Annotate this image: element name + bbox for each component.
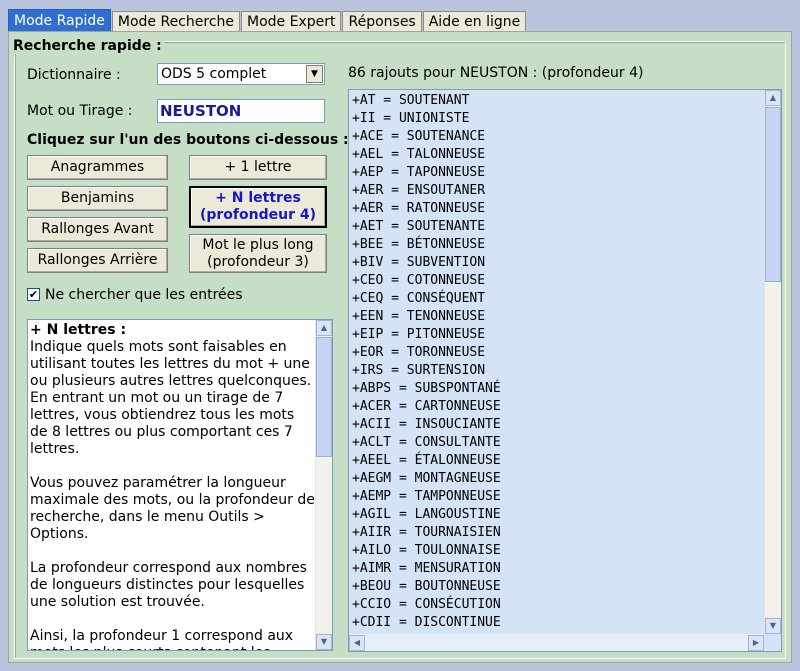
results-hscrollbar[interactable]: ◀ ▶ [349,634,764,651]
plus-one-letter-button[interactable]: + 1 lettre [189,155,327,180]
result-line: +BEOU = BOUTONNEUSE [352,579,501,594]
result-line: +AEL = TALONNEUSE [352,147,486,162]
help-paragraph: Ainsi, la profondeur 1 correspond aux mo… [30,628,294,650]
results-scrollbar[interactable]: ▲ ▼ [764,90,781,634]
result-line: +AEEL = ÉTALONNEUSE [352,453,501,468]
tab-bar: Mode Rapide Mode Recherche Mode Expert R… [8,9,527,33]
results-header: 86 rajouts pour NEUSTON : (profondeur 4) [348,65,644,81]
result-line: +BEE = BÉTONNEUSE [352,237,486,252]
result-line: +IRS = SURTENSION [352,363,486,378]
instruction-text: Cliquez sur l'un des boutons ci-dessous … [27,132,349,148]
result-line: +AER = RATONNEUSE [352,201,486,216]
tab-reponses[interactable]: Réponses [342,11,422,32]
group-title: Recherche rapide : [11,38,164,54]
result-line: +AT = SOUTENANT [352,93,470,108]
entries-only-checkbox[interactable]: ✔ [27,288,40,301]
tab-mode-expert[interactable]: Mode Expert [241,11,342,32]
help-paragraph: Indique quels mots sont faisables en uti… [30,339,312,389]
dictionary-select[interactable]: ODS 5 complet ▼ [157,63,325,85]
result-line: +ACLT = CONSULTANTE [352,435,501,450]
result-line: +AEP = TAPONNEUSE [352,165,486,180]
result-line: +CCIO = CONSÉCUTION [352,597,501,612]
rallonges-arriere-button[interactable]: Rallonges Arrière [27,248,168,273]
tab-aide-en-ligne[interactable]: Aide en ligne [422,11,527,32]
help-textbox[interactable]: + N lettres : Indique quels mots sont fa… [27,319,333,651]
result-line: +AET = SOUTENANTE [352,219,486,234]
result-line: +AILO = TOULONNAISE [352,543,501,558]
help-blank [30,458,316,475]
result-line: +ACII = INSOUCIANTE [352,417,501,432]
scroll-down-icon[interactable]: ▼ [765,618,781,634]
help-blank [30,611,316,628]
result-line: +CDII = DISCONTINUE [352,615,501,630]
result-line: +EEN = TENONNEUSE [352,309,486,324]
result-line: +II = UNIONISTE [352,111,470,126]
result-line: +CEQ = CONSÉQUENT [352,291,486,306]
longest-word-depth: (profondeur 3) [207,253,309,270]
result-line: +ACER = CARTONNEUSE [352,399,501,414]
result-line: +ACE = SOUTENANCE [352,129,486,144]
help-scrollbar[interactable]: ▲ ▼ [315,320,332,650]
result-line: +AEGM = MONTAGNEUSE [352,471,501,486]
entries-only-label: Ne chercher que les entrées [45,287,243,303]
scroll-up-icon[interactable]: ▲ [765,90,781,106]
word-input[interactable]: NEUSTON [157,99,325,123]
tab-mode-rapide[interactable]: Mode Rapide [8,9,111,33]
word-label: Mot ou Tirage : [27,103,133,119]
scroll-right-icon[interactable]: ▶ [748,635,764,651]
help-paragraph: En entrant un mot ou un tirage de 7 lett… [30,390,295,457]
dictionary-label: Dictionnaire : [27,67,121,83]
plus-n-letters-button[interactable]: + N lettres (profondeur 4) [189,186,327,228]
help-text: + N lettres : Indique quels mots sont fa… [30,322,316,650]
benjamins-button[interactable]: Benjamins [27,186,168,211]
anagrammes-button[interactable]: Anagrammes [27,155,168,180]
results-textbox[interactable]: +AT = SOUTENANT +II = UNIONISTE +ACE = SOU… [348,89,782,652]
results-list: +AT = SOUTENANT +II = UNIONISTE +ACE = SOU… [352,92,501,632]
help-paragraph: Vous pouvez paramétrer la longueur maxim… [30,475,315,542]
result-line: +AER = ENSOUTANER [352,183,486,198]
dictionary-value: ODS 5 complet [161,66,267,82]
plus-n-letters-label: + N lettres [215,190,301,206]
result-line: +EOR = TORONNEUSE [352,345,486,360]
result-line: +AIMR = MENSURATION [352,561,501,576]
results-scroll-thumb[interactable] [765,107,781,282]
result-line: +CEO = COTONNEUSE [352,273,486,288]
plus-n-letters-depth: (profondeur 4) [199,207,317,223]
scroll-up-icon[interactable]: ▲ [316,320,332,336]
help-title: + N lettres : [30,322,127,338]
result-line: +AIIR = TOURNAISIEN [352,525,501,540]
help-blank [30,543,316,560]
result-line: +ABPS = SUBSPONTANÉ [352,381,501,396]
tab-mode-recherche[interactable]: Mode Recherche [111,11,240,32]
result-line: +AEMP = TAMPONNEUSE [352,489,501,504]
result-line: +EIP = PITONNEUSE [352,327,486,342]
scroll-down-icon[interactable]: ▼ [316,634,332,650]
help-scroll-thumb[interactable] [316,337,332,457]
longest-word-button[interactable]: Mot le plus long (profondeur 3) [189,234,327,273]
help-paragraph: La profondeur correspond aux nombres de … [30,560,307,610]
result-line: +AGIL = LANGOUSTINE [352,507,501,522]
scroll-left-icon[interactable]: ◀ [349,635,365,651]
result-line: +BIV = SUBVENTION [352,255,486,270]
chevron-down-icon[interactable]: ▼ [306,65,323,83]
longest-word-label: Mot le plus long [202,236,314,253]
checkmark-icon: ✔ [28,288,39,301]
rallonges-avant-button[interactable]: Rallonges Avant [27,217,168,242]
